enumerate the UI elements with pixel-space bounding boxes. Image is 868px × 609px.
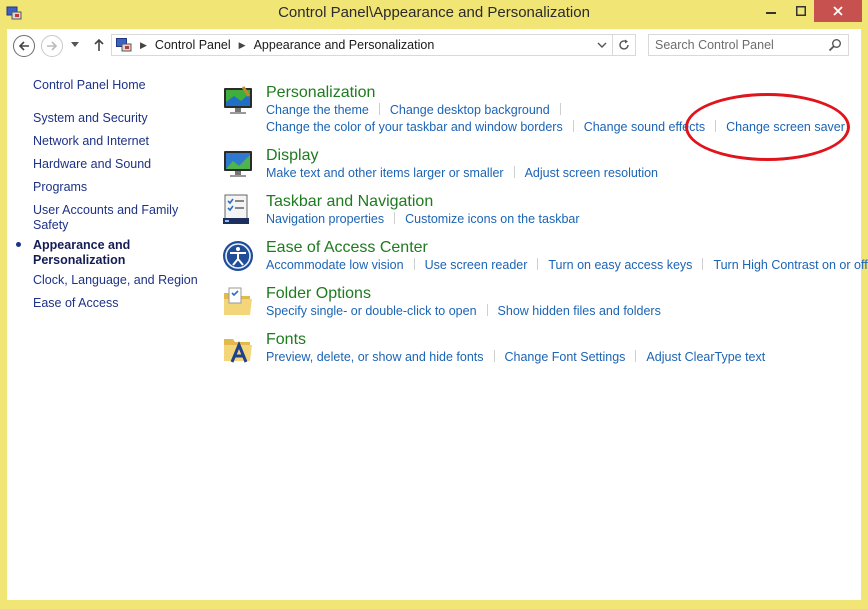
minimize-button[interactable] <box>754 0 788 22</box>
link-separator <box>537 258 539 270</box>
folder-options-icon <box>224 287 252 315</box>
window-client-area: ▶ Control Panel ▶ Appearance and Persona… <box>7 29 868 600</box>
sidebar-item-network-and-internet[interactable]: Network and Internet <box>33 134 149 148</box>
link-separator <box>513 166 515 178</box>
display-heading[interactable]: Display <box>266 147 318 165</box>
maximize-button[interactable] <box>788 0 814 22</box>
link-separator <box>572 120 574 132</box>
breadcrumb-control-panel[interactable]: Control Panel <box>155 38 231 52</box>
link-row: Change the theme Change desktop backgroun… <box>266 103 571 117</box>
link-separator <box>413 258 415 270</box>
sidebar-item-hardware-and-sound[interactable]: Hardware and Sound <box>33 157 151 171</box>
arrow-right-icon <box>47 41 58 51</box>
sidebar-item-programs[interactable]: Programs <box>33 180 87 194</box>
link-row: Navigation properties Customize icons on … <box>266 212 580 226</box>
display-icon <box>224 151 252 177</box>
title-bar: Control Panel\Appearance and Personaliza… <box>0 0 868 28</box>
link-accommodate-low-vision[interactable]: Accommodate low vision <box>266 258 404 272</box>
back-button[interactable] <box>13 35 35 57</box>
close-button[interactable] <box>814 0 862 22</box>
link-separator <box>486 304 488 316</box>
link-row: Make text and other items larger or smal… <box>266 166 658 180</box>
control-panel-icon <box>116 38 132 52</box>
link-navigation-properties[interactable]: Navigation properties <box>266 212 384 226</box>
ease-of-access-heading[interactable]: Ease of Access Center <box>266 239 428 257</box>
refresh-icon <box>619 39 629 50</box>
sidebar-item-appearance-and-personalization[interactable]: Appearance and Personalization <box>33 238 133 268</box>
chevron-down-icon <box>71 42 79 47</box>
link-row: Specify single- or double-click to open S… <box>266 304 661 318</box>
breadcrumb-separator[interactable]: ▶ <box>140 40 147 51</box>
link-turn-high-contrast[interactable]: Turn High Contrast on or off <box>713 258 867 272</box>
search-icon[interactable] <box>828 38 842 52</box>
link-change-desktop-background[interactable]: Change desktop background <box>390 103 550 117</box>
chevron-down-icon <box>597 42 607 48</box>
link-change-taskbar-color[interactable]: Change the color of your taskbar and win… <box>266 120 563 134</box>
link-customize-taskbar-icons[interactable]: Customize icons on the taskbar <box>405 212 579 226</box>
link-change-screen-saver[interactable]: Change screen saver <box>726 120 845 134</box>
maximize-icon <box>796 6 806 16</box>
address-dropdown-button[interactable] <box>595 38 609 52</box>
link-preview-delete-fonts[interactable]: Preview, delete, or show and hide fonts <box>266 350 484 364</box>
personalization-heading[interactable]: Personalization <box>266 84 375 102</box>
link-row: Change the color of your taskbar and win… <box>266 120 845 134</box>
link-separator <box>394 212 396 224</box>
taskbar-heading[interactable]: Taskbar and Navigation <box>266 193 433 211</box>
link-single-or-double-click[interactable]: Specify single- or double-click to open <box>266 304 477 318</box>
link-use-screen-reader[interactable]: Use screen reader <box>425 258 528 272</box>
link-show-hidden-files[interactable]: Show hidden files and folders <box>498 304 661 318</box>
arrow-up-icon <box>94 38 104 51</box>
link-row: Accommodate low vision Use screen reader T… <box>266 258 868 272</box>
address-bar[interactable]: ▶ Control Panel ▶ Appearance and Persona… <box>111 34 636 56</box>
link-change-font-settings[interactable]: Change Font Settings <box>505 350 626 364</box>
link-separator <box>378 103 380 115</box>
sidebar-item-clock-language-region[interactable]: Clock, Language, and Region <box>33 273 198 287</box>
window-title: Control Panel\Appearance and Personaliza… <box>278 4 590 21</box>
up-button[interactable] <box>91 36 107 54</box>
fonts-heading[interactable]: Fonts <box>266 331 306 349</box>
link-separator <box>559 103 561 115</box>
link-change-sound-effects[interactable]: Change sound effects <box>584 120 705 134</box>
link-row: Preview, delete, or show and hide fonts C… <box>266 350 765 364</box>
link-make-text-larger[interactable]: Make text and other items larger or smal… <box>266 166 504 180</box>
recent-locations-button[interactable] <box>69 39 81 51</box>
link-separator <box>493 350 495 362</box>
link-change-the-theme[interactable]: Change the theme <box>266 103 369 117</box>
ease-of-access-icon <box>223 241 253 271</box>
current-item-bullet <box>16 242 21 247</box>
arrow-left-icon <box>18 41 29 51</box>
refresh-button[interactable] <box>612 35 635 55</box>
sidebar-item-ease-of-access[interactable]: Ease of Access <box>33 296 118 310</box>
link-separator <box>635 350 637 362</box>
folder-options-heading[interactable]: Folder Options <box>266 285 371 303</box>
sidebar-item-user-accounts[interactable]: User Accounts and Family Safety <box>33 203 183 233</box>
fonts-icon <box>224 339 252 363</box>
forward-button[interactable] <box>41 35 63 57</box>
sidebar-item-control-panel-home[interactable]: Control Panel Home <box>33 78 146 92</box>
link-adjust-screen-resolution[interactable]: Adjust screen resolution <box>525 166 658 180</box>
link-separator <box>715 120 717 132</box>
sidebar-item-system-and-security[interactable]: System and Security <box>33 111 148 125</box>
breadcrumb-appearance-and-personalization[interactable]: Appearance and Personalization <box>254 38 435 52</box>
search-box[interactable] <box>648 34 849 56</box>
minimize-icon <box>766 12 776 14</box>
link-turn-on-easy-access-keys[interactable]: Turn on easy access keys <box>548 258 692 272</box>
taskbar-icon <box>223 194 249 224</box>
link-separator <box>702 258 704 270</box>
breadcrumb-separator[interactable]: ▶ <box>239 40 246 51</box>
close-icon <box>833 6 843 16</box>
search-input[interactable] <box>655 36 825 54</box>
link-adjust-cleartype-text[interactable]: Adjust ClearType text <box>646 350 765 364</box>
personalization-icon <box>224 86 252 114</box>
